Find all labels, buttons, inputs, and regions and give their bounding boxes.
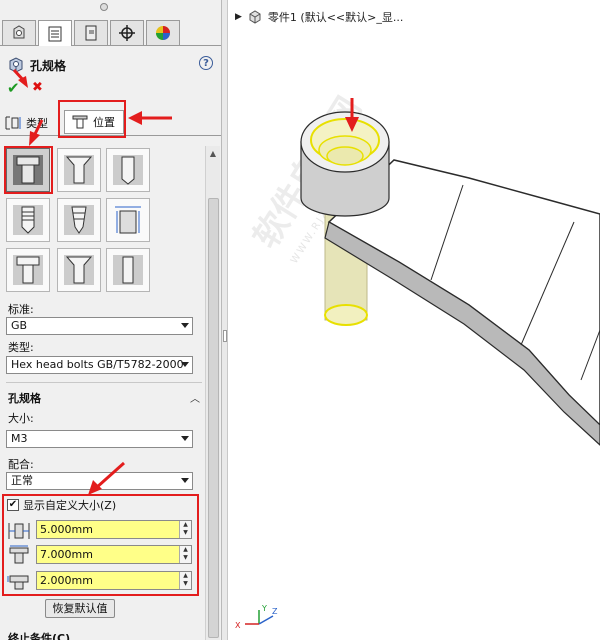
hole-type-simple[interactable] — [106, 148, 150, 192]
hole-type-legacy[interactable] — [106, 198, 150, 242]
hole-spec-group-title: 孔规格 — [8, 392, 41, 405]
panel-title: 孔规格 — [30, 58, 67, 73]
hole-wizard-icon — [9, 57, 23, 73]
hole-type-counterbore-slot[interactable] — [6, 248, 50, 292]
type-select[interactable]: Hex head bolts GB/T5782-2000 — [6, 356, 193, 374]
hole-position-icon — [72, 115, 88, 129]
hole-preview-bottom — [324, 304, 368, 326]
help-button[interactable]: ? — [199, 56, 213, 70]
counterbore-slot-icon — [13, 255, 43, 285]
chevron-down-icon — [181, 436, 189, 441]
chevron-down-icon — [181, 362, 189, 367]
counterbore-depth-input[interactable]: 2.000mm ▲ ▼ — [36, 571, 192, 590]
tab-feature-tree[interactable] — [2, 20, 36, 45]
graphics-area[interactable]: ▶ 零件1 (默认<<默认>_显... 软件自学网 WWW.RJZXW.COM … — [229, 0, 600, 640]
standard-value: GB — [11, 319, 28, 332]
tapped-hole-icon — [13, 205, 43, 235]
counterbore-depth-value: 2.000mm — [40, 574, 93, 587]
size-value: M3 — [11, 432, 28, 445]
hole-preview-top — [326, 146, 364, 166]
size-select[interactable]: M3 — [6, 430, 193, 448]
svg-text:X: X — [235, 621, 241, 630]
spinner-icon[interactable]: ▲ ▼ — [179, 572, 191, 589]
collapse-chevron-icon[interactable]: ︿ — [190, 390, 200, 405]
property-list-icon — [48, 26, 62, 41]
tab-position[interactable]: 位置 — [64, 110, 124, 134]
svg-text:Z: Z — [272, 607, 278, 616]
manager-tab-bar — [0, 18, 221, 46]
splitter-handle[interactable] — [223, 330, 227, 342]
custom-size-label: 显示自定义大小(Z) — [23, 499, 117, 512]
spinner-icon[interactable]: ▲ ▼ — [179, 546, 191, 563]
counterbore-diameter-input[interactable]: 7.000mm ▲ ▼ — [36, 545, 192, 564]
fit-select[interactable]: 正常 — [6, 472, 193, 490]
panel-scrollbar[interactable]: ▲ — [205, 146, 220, 640]
standard-label: 标准: — [8, 303, 34, 316]
feature-tree-icon — [13, 25, 25, 39]
end-condition-group-title: 终止条件(C) — [8, 632, 71, 640]
chevron-down-icon — [181, 323, 189, 328]
through-diameter-input[interactable]: 5.000mm ▲ ▼ — [36, 520, 192, 539]
type-label: 类型: — [8, 341, 34, 354]
configuration-icon — [85, 25, 97, 41]
appearance-ball-icon — [156, 26, 170, 40]
slot-icon — [113, 255, 143, 285]
standard-select[interactable]: GB — [6, 317, 193, 335]
hole-type-slot[interactable] — [106, 248, 150, 292]
scroll-thumb[interactable] — [208, 198, 219, 638]
through-diameter-icon — [8, 523, 30, 539]
tab-display-manager[interactable] — [146, 20, 180, 45]
panel-splitter[interactable] — [222, 0, 228, 640]
panel-title-row: 孔规格 — [8, 56, 66, 74]
custom-size-row[interactable]: ✔ 显示自定义大小(Z) — [7, 497, 116, 513]
tab-type-label: 类型 — [26, 117, 48, 130]
group-divider — [6, 382, 202, 383]
counterbore-diameter-value: 7.000mm — [40, 548, 93, 561]
counterbore-diameter-icon — [9, 545, 29, 564]
tab-dimxpert[interactable] — [110, 20, 144, 45]
tab-divider — [0, 135, 221, 136]
chevron-down-icon — [181, 478, 189, 483]
through-diameter-value: 5.000mm — [40, 523, 93, 536]
type-value: Hex head bolts GB/T5782-2000 — [11, 358, 184, 371]
counterbore-icon — [13, 155, 43, 185]
tab-configuration-manager[interactable] — [74, 20, 108, 45]
crosshair-icon — [119, 25, 135, 41]
countersink-slot-icon — [64, 255, 94, 285]
simple-hole-icon — [113, 155, 143, 185]
tab-position-label: 位置 — [93, 116, 115, 129]
property-manager: 孔规格 ? ✔ ✖ 类型 位置 标准: GB 类型: Hex head bolt… — [0, 0, 222, 640]
fit-value: 正常 — [11, 474, 33, 487]
scroll-up-icon[interactable]: ▲ — [209, 149, 217, 158]
axis-triad: Y Z X — [235, 604, 278, 630]
legacy-hole-icon — [115, 206, 141, 234]
custom-size-checkbox[interactable]: ✔ — [7, 499, 19, 511]
size-label: 大小: — [8, 412, 34, 425]
spinner-icon[interactable]: ▲ ▼ — [179, 521, 191, 538]
hole-type-icon — [5, 116, 21, 130]
hole-type-tapped[interactable] — [6, 198, 50, 242]
tab-property-manager[interactable] — [38, 20, 72, 46]
hole-type-countersink[interactable] — [57, 148, 101, 192]
countersink-icon — [64, 155, 94, 185]
part-model-view[interactable]: Y Z X — [229, 0, 600, 640]
restore-defaults-button[interactable]: 恢复默认值 — [45, 599, 115, 618]
hole-type-pipe-tap[interactable] — [57, 198, 101, 242]
tab-type[interactable]: 类型 — [4, 112, 58, 134]
hole-type-countersink-slot[interactable] — [57, 248, 101, 292]
hole-type-counterbore[interactable] — [6, 148, 50, 192]
svg-text:Y: Y — [261, 604, 267, 613]
cancel-button[interactable]: ✖ — [32, 80, 43, 95]
ok-button[interactable]: ✔ — [7, 79, 20, 97]
panel-grip[interactable] — [100, 3, 108, 11]
pipe-tap-icon — [64, 205, 94, 235]
counterbore-depth-icon — [7, 575, 29, 590]
fit-label: 配合: — [8, 458, 34, 471]
